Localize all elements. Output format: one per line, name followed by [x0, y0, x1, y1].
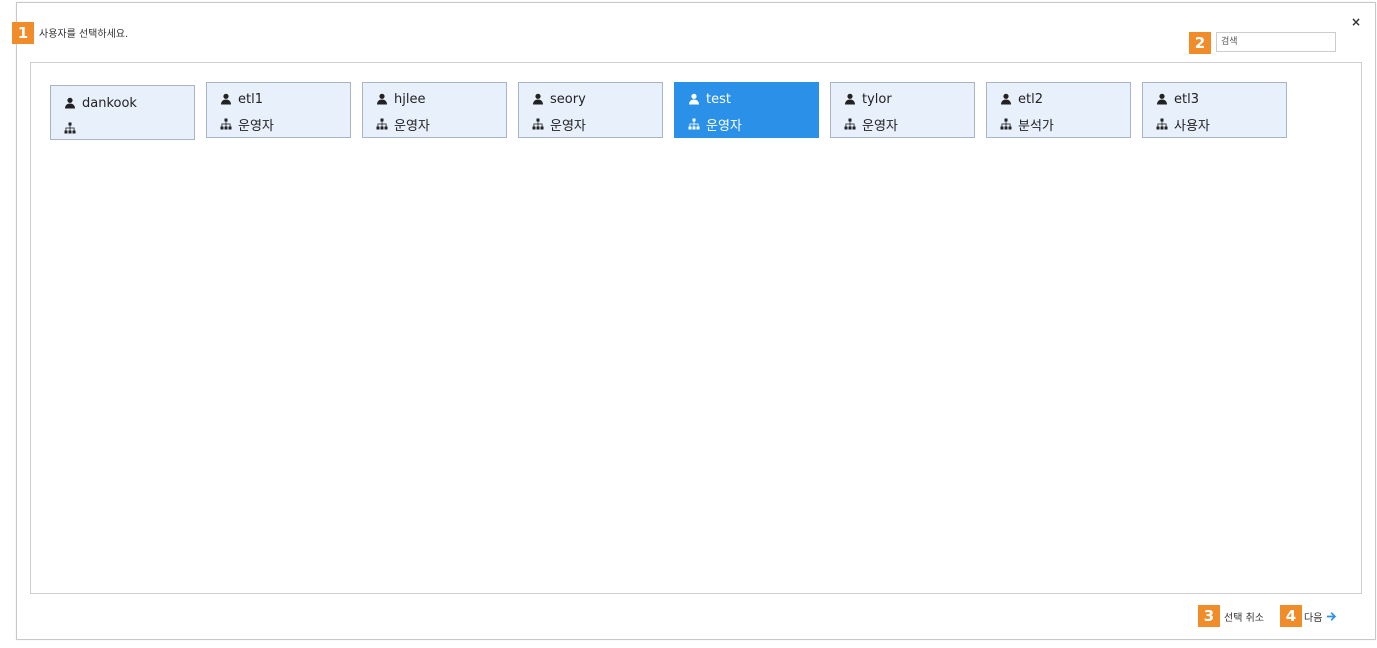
sitemap-icon	[688, 118, 700, 130]
user-role: 운영자	[862, 118, 898, 134]
user-card-list: dankook etl1 운영자 hjlee 운영자 seory 운영자 test 운영자 tyl…	[50, 82, 1287, 140]
sitemap-icon	[1000, 118, 1012, 130]
user-name-row: etl2	[1000, 89, 1130, 109]
user-card-tylor[interactable]: tylor 운영자	[830, 82, 975, 138]
user-name-row: dankook	[64, 93, 194, 113]
user-name-row: test	[688, 89, 818, 109]
step-badge-4: 4	[1280, 605, 1302, 627]
sitemap-icon	[376, 118, 388, 130]
user-role-row: 운영자	[844, 114, 974, 134]
user-card-etl3[interactable]: etl3 사용자	[1142, 82, 1287, 138]
close-icon[interactable]: ×	[1351, 15, 1361, 29]
sitemap-icon	[532, 118, 544, 130]
user-card-dankook[interactable]: dankook	[50, 85, 195, 140]
user-card-seory[interactable]: seory 운영자	[518, 82, 663, 138]
user-name: etl1	[238, 91, 263, 107]
user-list-panel: dankook etl1 운영자 hjlee 운영자 seory 운영자 test 운영자 tyl…	[30, 62, 1362, 594]
sitemap-icon	[844, 118, 856, 130]
next-button[interactable]: 다음	[1304, 609, 1337, 624]
next-button-label: 다음	[1304, 613, 1323, 624]
user-role-row: 운영자	[688, 114, 818, 134]
user-role-row: 사용자	[1156, 114, 1286, 134]
user-name-row: seory	[532, 89, 662, 109]
user-card-test[interactable]: test 운영자	[674, 82, 819, 138]
cancel-selection-button[interactable]: 선택 취소	[1224, 609, 1264, 624]
user-card-hjlee[interactable]: hjlee 운영자	[362, 82, 507, 138]
user-role-row: 운영자	[532, 114, 662, 134]
user-name: seory	[550, 91, 586, 107]
user-role: 사용자	[1174, 118, 1210, 134]
user-icon	[532, 93, 544, 105]
user-role-row: 운영자	[220, 114, 350, 134]
user-icon	[1156, 93, 1168, 105]
step-badge-1: 1	[12, 22, 34, 44]
user-name: tylor	[862, 91, 892, 107]
user-name: etl3	[1174, 91, 1199, 107]
user-name: test	[706, 91, 731, 107]
sitemap-icon	[64, 122, 76, 134]
user-name: dankook	[82, 95, 137, 111]
step-badge-2: 2	[1189, 32, 1211, 54]
user-name-row: etl1	[220, 89, 350, 109]
user-role-row	[64, 118, 194, 138]
step-badge-3: 3	[1198, 605, 1220, 627]
user-card-etl1[interactable]: etl1 운영자	[206, 82, 351, 138]
user-role: 운영자	[550, 118, 586, 134]
user-icon	[844, 93, 856, 105]
user-name: hjlee	[394, 91, 426, 107]
user-icon	[1000, 93, 1012, 105]
user-role-row: 운영자	[376, 114, 506, 134]
user-role: 운영자	[706, 118, 742, 134]
user-role: 분석가	[1018, 118, 1054, 134]
user-card-etl2[interactable]: etl2 분석가	[986, 82, 1131, 138]
search-input[interactable]	[1216, 32, 1336, 52]
user-role-row: 분석가	[1000, 114, 1130, 134]
user-icon	[220, 93, 232, 105]
sitemap-icon	[1156, 118, 1168, 130]
user-role: 운영자	[238, 118, 274, 134]
user-icon	[64, 97, 76, 109]
dialog-title: 사용자를 선택하세요.	[39, 29, 129, 40]
user-name-row: hjlee	[376, 89, 506, 109]
user-icon	[688, 93, 700, 105]
arrow-right-icon	[1327, 612, 1337, 621]
user-role: 운영자	[394, 118, 430, 134]
user-name-row: etl3	[1156, 89, 1286, 109]
user-icon	[376, 93, 388, 105]
user-name-row: tylor	[844, 89, 974, 109]
user-name: etl2	[1018, 91, 1043, 107]
sitemap-icon	[220, 118, 232, 130]
